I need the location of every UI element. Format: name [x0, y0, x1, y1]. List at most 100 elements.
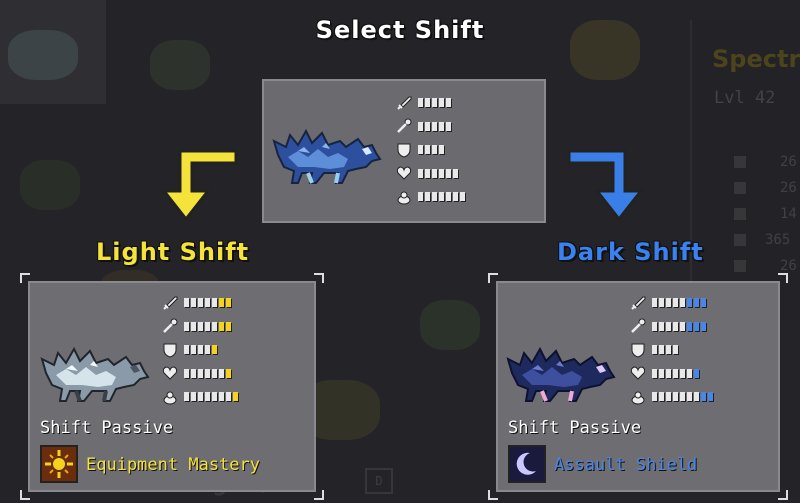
stat-pip [198, 298, 203, 308]
stat-bonus-pip [226, 321, 231, 331]
mana-icon [162, 389, 178, 405]
sword-icon [630, 295, 646, 311]
stat-pip [453, 168, 458, 178]
dark-stat-row [630, 385, 715, 409]
dark-stat-row [630, 338, 715, 362]
base-stat-row [396, 115, 467, 139]
base-monster-panel [262, 79, 546, 223]
stat-pip [205, 392, 210, 402]
stat-pip [432, 192, 437, 202]
stat-pip [666, 392, 671, 402]
stat-pip [680, 321, 685, 331]
stat-pip [659, 321, 664, 331]
stat-bonus-pip [687, 321, 692, 331]
stat-pip [652, 368, 657, 378]
stat-pip [432, 121, 437, 131]
stat-pip [205, 321, 210, 331]
sword-icon [396, 95, 412, 111]
stat-pip [666, 298, 671, 308]
stat-pip [673, 298, 678, 308]
stat-pip [439, 98, 444, 108]
stat-pip [659, 345, 664, 355]
stat-pip [673, 345, 678, 355]
stat-bonus-pip [708, 392, 713, 402]
stat-pip [212, 392, 217, 402]
dark-passive-moon-icon [508, 445, 546, 483]
dark-shift-option[interactable]: Shift Passive Assault Shield [488, 273, 788, 500]
dark-monster-sprite [506, 346, 616, 402]
stat-pip [184, 345, 189, 355]
stat-pip [652, 321, 657, 331]
dark-stat-row [630, 362, 715, 386]
stat-pip [191, 298, 196, 308]
light-shift-option[interactable]: Shift Passive Equipment Mastery [20, 273, 324, 500]
stat-pip [460, 192, 465, 202]
stat-pip [687, 392, 692, 402]
stat-bonus-pip [212, 345, 217, 355]
stat-pip [418, 168, 423, 178]
stat-pip [205, 345, 210, 355]
stat-pip [432, 98, 437, 108]
stat-pip [184, 368, 189, 378]
base-stats [396, 91, 467, 209]
light-stat-row [162, 385, 240, 409]
stat-pip [666, 368, 671, 378]
stat-pip [652, 345, 657, 355]
stat-pip [425, 145, 430, 155]
shield-icon [396, 142, 412, 158]
stat-bonus-pip [701, 298, 706, 308]
staff-icon [396, 118, 412, 134]
sword-icon [162, 295, 178, 311]
stat-pip [418, 145, 423, 155]
stat-bonus-pip [701, 321, 706, 331]
stat-pip [446, 121, 451, 131]
stat-pip [673, 392, 678, 402]
stat-pip [453, 192, 458, 202]
stat-pip [659, 392, 664, 402]
stat-pip [673, 321, 678, 331]
stat-pip [226, 392, 231, 402]
dark-passive-label: Shift Passive [508, 418, 642, 438]
stat-pip [680, 392, 685, 402]
base-stat-row [396, 162, 467, 186]
stat-pip [191, 392, 196, 402]
stat-pip [198, 345, 203, 355]
stat-pip [439, 168, 444, 178]
stat-pip [439, 121, 444, 131]
dark-stat-row [630, 291, 715, 315]
light-passive-sun-icon [40, 445, 78, 483]
stat-pip [446, 168, 451, 178]
staff-icon [630, 318, 646, 334]
base-stat-row [396, 91, 467, 115]
stat-pip [687, 368, 692, 378]
stat-pip [666, 345, 671, 355]
stat-bonus-pip [226, 368, 231, 378]
stat-pip [652, 298, 657, 308]
mana-icon [396, 189, 412, 205]
stat-pip [198, 321, 203, 331]
base-stat-row [396, 185, 467, 209]
stat-pip [205, 298, 210, 308]
stat-pip [446, 98, 451, 108]
stat-pip [191, 345, 196, 355]
dark-stats [630, 291, 715, 409]
heart-icon [162, 365, 178, 381]
stat-pip [694, 392, 699, 402]
shield-icon [630, 342, 646, 358]
stat-bonus-pip [226, 298, 231, 308]
stat-pip [191, 321, 196, 331]
light-monster-sprite [40, 346, 150, 402]
stat-pip [439, 192, 444, 202]
stat-pip [425, 98, 430, 108]
light-stat-row [162, 315, 240, 339]
stat-pip [212, 368, 217, 378]
stat-pip [432, 145, 437, 155]
stat-bonus-pip [219, 321, 224, 331]
page-title: Select Shift [315, 16, 485, 44]
light-passive-name: Equipment Mastery [86, 455, 260, 475]
light-stat-row [162, 338, 240, 362]
stat-pip [219, 392, 224, 402]
stat-pip [212, 298, 217, 308]
light-shift-title: Light Shift [96, 238, 250, 266]
staff-icon [162, 318, 178, 334]
